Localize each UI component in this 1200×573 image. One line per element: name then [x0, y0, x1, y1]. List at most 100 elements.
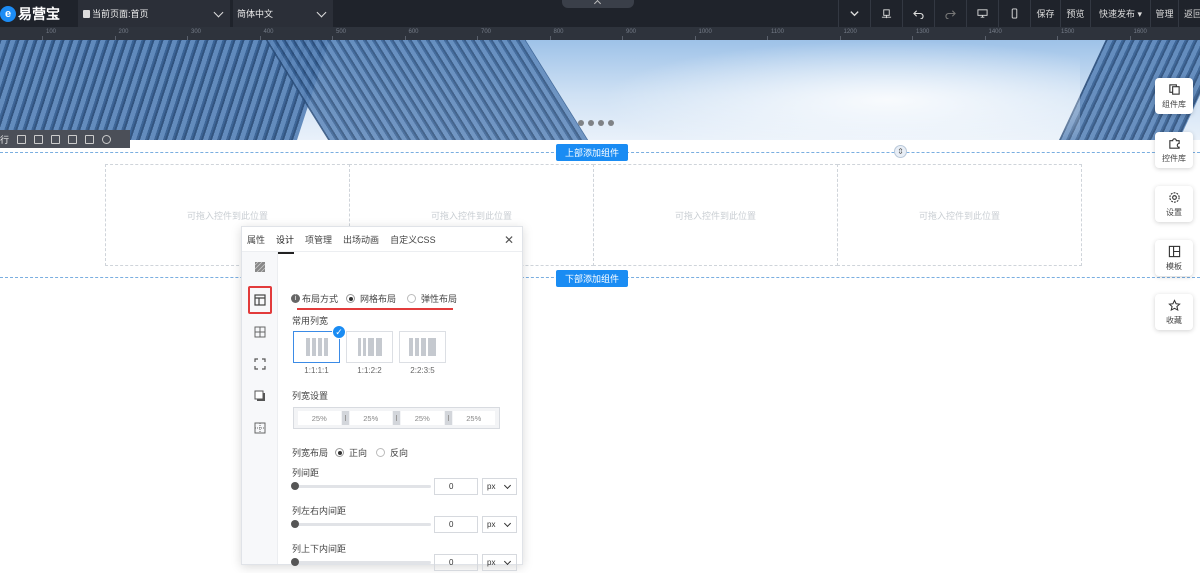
width-drag-handle[interactable] [341, 411, 349, 425]
chevron-down-icon [316, 7, 327, 18]
sidebar-label: 组件库 [1162, 99, 1186, 109]
preset-2-2-3-5[interactable] [399, 331, 446, 363]
col-gap-slider[interactable] [291, 482, 431, 490]
border-icon[interactable] [253, 421, 267, 435]
lr-padding-label: 列左右内间距 [292, 506, 347, 516]
collapse-toolbar-handle[interactable] [562, 0, 634, 8]
template-button[interactable]: 模板 [1155, 240, 1193, 276]
desktop-view-button[interactable] [966, 0, 998, 27]
ruler-tick-label: 1600 [1133, 29, 1147, 35]
layers-icon[interactable] [51, 134, 61, 144]
grid-layout-radio[interactable] [346, 294, 356, 303]
column-drop-zone[interactable]: 可拖入控件到此位置 [837, 164, 1082, 266]
forward-label[interactable]: 正向 [349, 446, 367, 459]
ruler-tick-label: 200 [118, 29, 129, 35]
fullscreen-icon[interactable] [253, 357, 267, 371]
favorite-icon[interactable] [85, 134, 95, 144]
edit-icon[interactable] [17, 134, 27, 144]
mobile-view-button[interactable] [998, 0, 1030, 27]
quick-publish-button[interactable]: 快速发布 ▾ [1090, 0, 1150, 27]
carousel-dots[interactable] [578, 120, 614, 126]
ruler-tick-label: 100 [46, 29, 57, 35]
tb-padding-input[interactable]: 0 [434, 554, 478, 571]
annotation-underline [297, 308, 453, 310]
favorites-button[interactable]: 收藏 [1155, 294, 1193, 330]
tab-animation[interactable]: 出场动画 [343, 229, 379, 250]
redo-button[interactable] [934, 0, 966, 27]
preview-button[interactable]: 预览 [1060, 0, 1090, 27]
column-drop-zone[interactable]: 可拖入控件到此位置 [593, 164, 838, 266]
add-bottom-component-button[interactable]: 下部添加组件 [556, 270, 628, 287]
ruler-tick-label: 1100 [771, 29, 784, 35]
resize-handle[interactable]: ⇕ [894, 145, 907, 158]
star-icon [1167, 298, 1181, 311]
save-button[interactable]: 保存 [1030, 0, 1060, 27]
ruler-tick-label: 1400 [988, 29, 1002, 35]
col-gap-input[interactable]: 0 [434, 478, 478, 495]
ruler-tick-label: 300 [191, 29, 202, 35]
ruler-tick-label: 800 [553, 29, 564, 35]
return-button[interactable]: 返回 [1178, 0, 1200, 27]
preset-1-1-2-2[interactable] [346, 331, 393, 363]
undo-button[interactable] [902, 0, 934, 27]
lr-padding-slider[interactable] [291, 520, 431, 528]
page-icon [83, 9, 90, 18]
preset-1-1-1-1[interactable]: ✓ [293, 325, 346, 363]
column-width-cell: 25% [401, 411, 444, 425]
row-toolbar: 行 [0, 130, 130, 148]
reverse-radio[interactable] [376, 448, 386, 457]
preset-label: 2:2:3:5 [410, 366, 435, 375]
tab-item-management[interactable]: 项管理 [305, 229, 332, 250]
align-icon [881, 9, 892, 19]
ruler-tick-label: 600 [408, 29, 419, 35]
ruler-tick-label: 400 [263, 29, 274, 35]
collapse-button[interactable] [838, 0, 870, 27]
column-width-bar[interactable]: 25% 25% 25% 25% [293, 407, 500, 429]
page-selector[interactable]: 当前页面:首页 [78, 0, 230, 27]
sidebar-label: 设置 [1166, 207, 1182, 217]
sidebar-label: 收藏 [1166, 315, 1182, 325]
tools-icon[interactable] [34, 134, 44, 144]
chevron-down-icon [850, 11, 859, 17]
common-widths-label: 常用列宽 [292, 316, 329, 326]
shadow-icon[interactable] [253, 389, 267, 403]
ruler-tick-label: 900 [626, 29, 637, 35]
flex-layout-label[interactable]: 弹性布局 [421, 292, 457, 305]
component-library-button[interactable]: 组件库 [1155, 78, 1193, 114]
manage-button[interactable]: 管理 [1150, 0, 1178, 27]
chevron-down-icon [213, 7, 224, 18]
puzzle-icon [1168, 137, 1180, 149]
ruler-tick-label: 1500 [1061, 29, 1075, 35]
tab-properties[interactable]: 属性 [247, 229, 265, 250]
lr-padding-input[interactable]: 0 [434, 516, 478, 533]
add-top-component-button[interactable]: 上部添加组件 [556, 144, 628, 161]
language-selector[interactable]: 简体中文 [233, 0, 333, 27]
eye-icon[interactable] [102, 134, 112, 144]
flex-layout-radio[interactable] [407, 294, 417, 303]
wand-icon[interactable] [68, 134, 78, 144]
grid-icon[interactable] [253, 325, 267, 339]
background-icon[interactable] [253, 260, 267, 274]
lr-padding-unit-select[interactable]: px [482, 516, 517, 533]
tab-custom-css[interactable]: 自定义CSS [390, 229, 436, 250]
ruler-tick-label: 1000 [698, 29, 712, 35]
layout-icon[interactable] [253, 293, 267, 307]
width-drag-handle[interactable] [393, 411, 400, 425]
undo-icon [913, 10, 924, 19]
grid-layout-label[interactable]: 网格布局 [360, 292, 396, 305]
settings-button[interactable]: 设置 [1155, 186, 1193, 222]
reverse-label[interactable]: 反向 [390, 446, 408, 459]
tb-padding-slider[interactable] [291, 558, 431, 566]
logo-icon: e [0, 5, 16, 22]
close-icon[interactable]: ✕ [504, 233, 514, 247]
copy-icon [1168, 83, 1180, 95]
width-drag-handle[interactable] [444, 411, 452, 425]
tb-padding-unit-select[interactable]: px [482, 554, 517, 571]
widget-library-button[interactable]: 控件库 [1155, 132, 1193, 168]
tab-design[interactable]: 设计 [276, 229, 295, 254]
column-width-cell: 25% [298, 411, 341, 425]
align-button[interactable] [870, 0, 902, 27]
forward-radio[interactable] [335, 448, 345, 457]
col-gap-unit-select[interactable]: px [482, 478, 517, 495]
template-icon [1168, 245, 1180, 257]
